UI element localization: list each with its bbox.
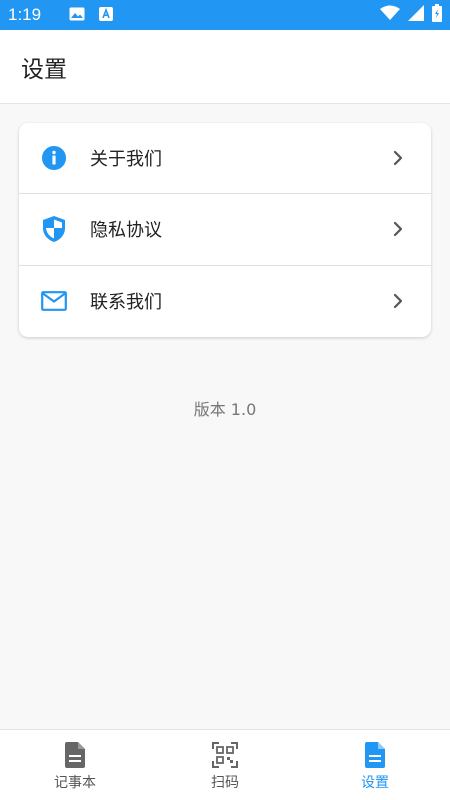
chevron-right-icon — [391, 219, 405, 239]
shield-icon — [40, 215, 68, 243]
info-icon — [40, 144, 68, 172]
nav-tab-settings[interactable]: 设置 — [300, 730, 450, 800]
nav-tab-label: 设置 — [361, 775, 389, 791]
document-icon — [62, 742, 88, 768]
nav-tab-notebook[interactable]: 记事本 — [0, 730, 150, 800]
wifi-icon — [380, 5, 400, 25]
status-time: 1:19 — [8, 5, 42, 24]
app-bar: 设置 — [0, 30, 450, 104]
qr-scan-icon — [212, 742, 238, 768]
document-icon — [362, 742, 388, 768]
menu-item-contact[interactable]: 联系我们 — [19, 266, 431, 337]
chevron-right-icon — [391, 148, 405, 168]
menu-item-privacy[interactable]: 隐私协议 — [19, 194, 431, 266]
menu-item-about[interactable]: 关于我们 — [19, 123, 431, 195]
nav-tab-label: 记事本 — [54, 775, 96, 791]
bottom-nav: 记事本 扫码 设置 — [0, 729, 450, 800]
menu-item-label: 关于我们 — [90, 149, 162, 171]
menu-item-label: 隐私协议 — [90, 220, 162, 242]
nav-tab-label: 扫码 — [211, 775, 239, 791]
status-bar: 1:19 — [0, 0, 450, 30]
settings-menu-card: 关于我们 隐私协议 联系我们 — [19, 123, 431, 337]
cell-signal-icon — [408, 5, 424, 25]
chevron-right-icon — [391, 291, 405, 311]
page-title: 设置 — [21, 56, 67, 83]
menu-item-label: 联系我们 — [90, 292, 162, 314]
mail-icon — [40, 287, 68, 315]
nav-tab-scan[interactable]: 扫码 — [150, 730, 300, 800]
text-notification-icon — [99, 6, 114, 25]
version-text: 版本 1.0 — [193, 400, 257, 419]
status-left: 1:19 — [8, 5, 114, 25]
status-right — [380, 4, 442, 26]
battery-icon — [432, 4, 442, 26]
gallery-notification-icon — [69, 6, 85, 25]
